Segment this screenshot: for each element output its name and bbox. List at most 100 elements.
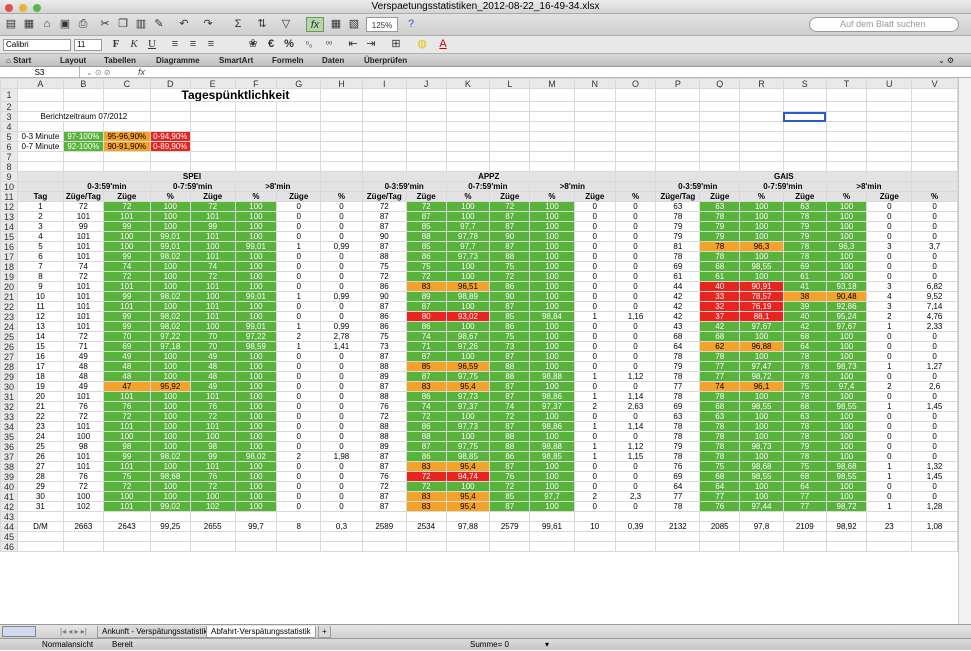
cell[interactable] — [529, 121, 575, 132]
table-cell[interactable]: 24 — [16, 431, 64, 442]
table-cell[interactable]: 72 — [189, 201, 236, 212]
table-cell[interactable]: 98,68 — [149, 471, 191, 482]
table-cell[interactable]: 0 — [320, 231, 363, 242]
cell[interactable] — [739, 161, 784, 172]
row-header[interactable]: 40 — [0, 481, 18, 492]
cell[interactable] — [62, 511, 104, 522]
table-cell[interactable]: 90,91 — [739, 281, 784, 292]
cell[interactable] — [16, 531, 64, 542]
table-cell[interactable]: 63 — [782, 411, 827, 422]
cell[interactable] — [655, 121, 701, 132]
table-cell[interactable]: 0 — [911, 231, 958, 242]
table-cell[interactable]: 75 — [489, 331, 531, 342]
table-cell[interactable]: 0 — [911, 211, 958, 222]
table-cell[interactable]: 86 — [361, 281, 407, 292]
table-cell[interactable]: 0 — [866, 491, 913, 502]
table-cell[interactable]: 0 — [866, 411, 913, 422]
table-cell[interactable]: 100 — [234, 381, 278, 392]
table-cell[interactable]: 100 — [149, 391, 191, 402]
table-cell[interactable]: 86 — [405, 251, 447, 262]
cell[interactable] — [234, 531, 278, 542]
table-cell[interactable]: 72 — [102, 271, 151, 282]
table-cell[interactable]: 100 — [739, 411, 784, 422]
ribbon-tab-daten[interactable]: Daten — [322, 55, 344, 66]
table-cell[interactable]: 0 — [320, 391, 363, 402]
table-cell[interactable]: 100 — [234, 421, 278, 432]
cell[interactable] — [102, 511, 151, 522]
table-cell[interactable]: 7,14 — [911, 301, 958, 312]
table-cell[interactable]: 87 — [489, 351, 531, 362]
table-cell[interactable]: 9 — [16, 281, 64, 292]
table-cell[interactable]: 78 — [699, 241, 741, 252]
table-cell[interactable]: 97,67 — [825, 321, 868, 332]
table-cell[interactable]: 69 — [655, 261, 701, 272]
table-cell[interactable]: 99,01 — [234, 321, 278, 332]
table-cell[interactable]: 75 — [782, 381, 827, 392]
indent-increase-icon[interactable]: ⇥ — [364, 37, 378, 52]
table-cell[interactable]: 49 — [189, 381, 236, 392]
table-cell[interactable]: 78 — [699, 351, 741, 362]
table-cell[interactable]: 0 — [614, 291, 657, 302]
cell[interactable] — [782, 141, 827, 152]
cell[interactable] — [405, 121, 447, 132]
table-cell[interactable]: 0 — [573, 341, 616, 352]
table-cell[interactable]: 48 — [62, 371, 104, 382]
table-cell[interactable]: 100 — [739, 221, 784, 232]
table-cell[interactable]: 86 — [361, 321, 407, 332]
table-cell[interactable]: 100 — [445, 201, 491, 212]
row-header[interactable]: 13 — [0, 211, 18, 222]
row-header[interactable]: 25 — [0, 331, 18, 342]
table-cell[interactable]: 101 — [189, 211, 236, 222]
table-cell[interactable]: 75 — [361, 261, 407, 272]
table-cell[interactable]: 100 — [739, 421, 784, 432]
table-cell[interactable]: 100 — [739, 211, 784, 222]
table-cell[interactable]: 77 — [699, 491, 741, 502]
row-header[interactable]: 6 — [0, 141, 18, 152]
table-cell[interactable]: 0 — [614, 301, 657, 312]
table-cell[interactable]: 37 — [699, 311, 741, 322]
table-cell[interactable]: 98,86 — [529, 421, 575, 432]
table-cell[interactable]: 76 — [361, 401, 407, 412]
ribbon-tab-layout[interactable]: Layout — [60, 55, 86, 66]
table-cell[interactable]: 76 — [62, 471, 104, 482]
table-cell[interactable]: 100 — [234, 261, 278, 272]
table-cell[interactable]: 13 — [16, 321, 64, 332]
table-cell[interactable]: 8 — [16, 271, 64, 282]
table-cell[interactable]: 87 — [361, 301, 407, 312]
table-cell[interactable]: 78 — [655, 251, 701, 262]
table-cell[interactable]: 85 — [405, 361, 447, 372]
cell[interactable] — [866, 131, 913, 142]
ribbon-options-icon[interactable]: ⌄ ⚙ — [938, 55, 954, 66]
cell[interactable] — [739, 511, 784, 522]
table-cell[interactable]: 83 — [405, 501, 447, 512]
table-cell[interactable]: 63 — [782, 201, 827, 212]
table-cell[interactable]: 72 — [489, 411, 531, 422]
table-cell[interactable]: 88 — [489, 441, 531, 452]
table-cell[interactable]: 100 — [529, 331, 575, 342]
table-cell[interactable]: 100 — [739, 271, 784, 282]
table-cell[interactable]: 1 — [573, 311, 616, 322]
table-cell[interactable]: 63 — [655, 411, 701, 422]
cell[interactable] — [149, 121, 191, 132]
table-cell[interactable]: 77 — [699, 361, 741, 372]
cell[interactable] — [102, 541, 151, 552]
table-cell[interactable]: 74 — [189, 261, 236, 272]
table-cell[interactable]: 68 — [655, 331, 701, 342]
table-cell[interactable]: 0 — [866, 351, 913, 362]
zoom-icon[interactable] — [32, 4, 41, 12]
cell[interactable] — [614, 121, 657, 132]
table-cell[interactable]: 78 — [782, 241, 827, 252]
table-cell[interactable]: 1 — [573, 421, 616, 432]
cell[interactable] — [320, 161, 363, 172]
sort-icon[interactable]: ⇅ — [252, 17, 272, 32]
table-cell[interactable]: 99 — [189, 221, 236, 232]
table-cell[interactable]: 100 — [825, 221, 868, 232]
table-cell[interactable]: 100 — [825, 431, 868, 442]
table-cell[interactable]: 3 — [866, 281, 913, 292]
cell[interactable] — [405, 531, 447, 542]
font-color-icon[interactable]: A — [436, 37, 450, 52]
cell[interactable] — [445, 121, 491, 132]
cell[interactable] — [911, 541, 958, 552]
table-cell[interactable]: 64 — [655, 481, 701, 492]
table-cell[interactable]: 97,73 — [445, 421, 491, 432]
